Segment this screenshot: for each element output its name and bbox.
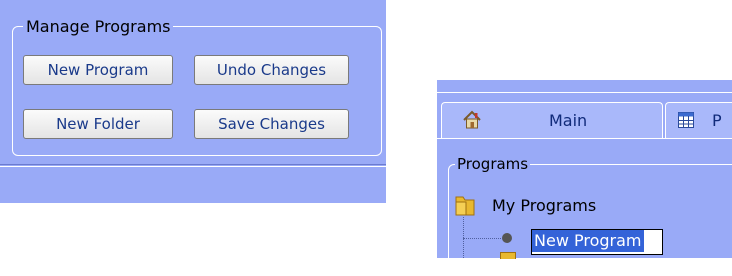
programs-legend: Programs [455, 154, 531, 174]
tab-main-label: Main [549, 111, 588, 130]
tab-second-label: P [712, 111, 722, 130]
node-bullet-icon [502, 233, 512, 243]
tab-second[interactable]: P [665, 102, 732, 138]
tree-connector [463, 217, 464, 238]
save-changes-button[interactable]: Save Changes [194, 109, 349, 139]
divider [0, 164, 386, 165]
manage-programs-group: Manage Programs New Program Undo Changes… [12, 17, 382, 156]
tab-main[interactable]: Main [441, 102, 663, 138]
home-icon [462, 110, 482, 134]
manage-programs-panel: Manage Programs New Program Undo Changes… [0, 0, 386, 203]
folder-icon [454, 193, 476, 221]
rename-input-selected-text: New Program [532, 230, 644, 252]
undo-changes-button[interactable]: Undo Changes [194, 55, 349, 85]
programs-group: Programs [448, 154, 732, 276]
rename-input[interactable]: New Program [531, 229, 663, 255]
status-bar [0, 166, 386, 203]
new-folder-button[interactable]: New Folder [23, 109, 173, 139]
tree-item-my-programs[interactable]: My Programs [492, 196, 596, 215]
tree-connector [463, 238, 464, 258]
new-program-button[interactable]: New Program [23, 55, 173, 85]
grid-icon [678, 112, 694, 132]
manage-programs-legend: Manage Programs [23, 17, 174, 37]
divider [437, 138, 732, 139]
tree-connector [463, 238, 501, 239]
divider [437, 92, 732, 93]
